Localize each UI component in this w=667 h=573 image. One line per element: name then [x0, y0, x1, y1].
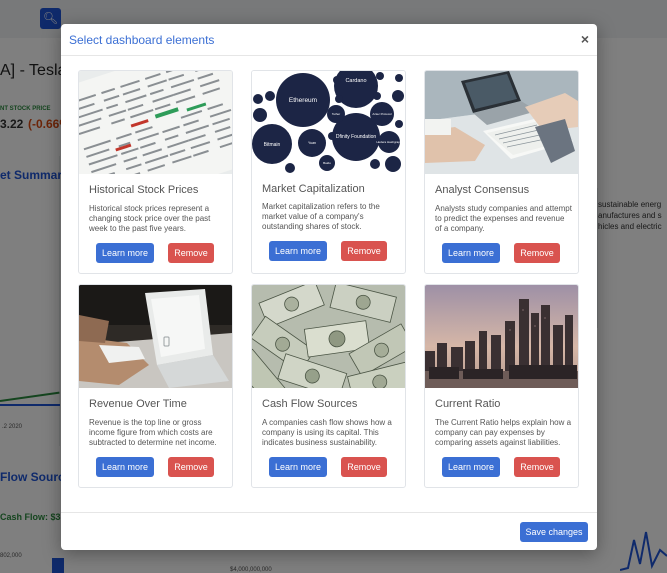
card-description: The Current Ratio helps explain how a co… [435, 418, 572, 447]
card-market-capitalization: Ethereum Cardano Bitmain Dfinity Foundat… [251, 70, 406, 274]
learn-more-button[interactable]: Learn more [442, 457, 500, 477]
card-cash-flow-sources: Cash Flow Sources A companies cash flow … [251, 284, 406, 488]
card-description: Historical stock prices represent a chan… [89, 204, 211, 233]
bubble-label: Dfinity Foundation [336, 134, 377, 140]
bubble-label: Bitmain [264, 142, 281, 148]
card-title: Cash Flow Sources [262, 398, 358, 410]
remove-button[interactable]: Remove [341, 241, 387, 261]
learn-more-button[interactable]: Learn more [269, 457, 327, 477]
card-current-ratio: Current Ratio The Current Ratio helps ex… [424, 284, 579, 488]
remove-button[interactable]: Remove [168, 457, 214, 477]
card-revenue-over-time: Revenue Over Time Revenue is the top lin… [78, 284, 233, 488]
bubble-label: Hedera Hashgraph [376, 140, 402, 144]
bubble-label: Tether [332, 112, 340, 116]
city-skyline-image [425, 285, 578, 388]
bubble-label: Ethereum [289, 97, 317, 104]
remove-button[interactable]: Remove [168, 243, 214, 263]
card-title: Current Ratio [435, 398, 501, 410]
dashboard-elements-modal: Select dashboard elements × Historical S… [61, 24, 597, 550]
learn-more-button[interactable]: Learn more [96, 243, 154, 263]
remove-button[interactable]: Remove [514, 243, 560, 263]
learn-more-button[interactable]: Learn more [269, 241, 327, 261]
analyst-desk-image [425, 71, 578, 174]
bubble-chart-image: Ethereum Cardano Bitmain Dfinity Foundat… [252, 71, 405, 174]
card-historical-stock-prices: Historical Stock Prices Historical stock… [78, 70, 233, 274]
bubble-label: Cardano [345, 78, 366, 84]
save-changes-button[interactable]: Save changes [520, 522, 588, 542]
card-title: Historical Stock Prices [89, 184, 199, 196]
bubble-label: Yuan [308, 141, 316, 145]
bubble-label: Baidu [323, 161, 331, 165]
dollar-bills-image [252, 285, 405, 388]
card-title: Analyst Consensus [435, 184, 530, 196]
learn-more-button[interactable]: Learn more [96, 457, 154, 477]
close-icon[interactable]: × [581, 31, 589, 47]
bubble-label: Aztec Protocol [372, 112, 392, 116]
card-analyst-consensus: Analyst Consensus Analysts study compani… [424, 70, 579, 274]
learn-more-button[interactable]: Learn more [442, 243, 500, 263]
card-title: Revenue Over Time [89, 398, 187, 410]
modal-title: Select dashboard elements [69, 33, 215, 47]
modal-header: Select dashboard elements × [61, 24, 597, 56]
card-description: A companies cash flow shows how a compan… [262, 418, 392, 447]
card-title: Market Capitalization [262, 183, 365, 195]
card-description: Analysts study companies and attempt to … [435, 204, 572, 233]
card-description: Market capitalization refers to the mark… [262, 202, 380, 231]
card-description: Revenue is the top line or gross income … [89, 418, 217, 447]
payment-terminal-image [79, 285, 232, 388]
modal-footer [61, 512, 597, 550]
stock-table-image [79, 71, 232, 174]
remove-button[interactable]: Remove [341, 457, 387, 477]
remove-button[interactable]: Remove [514, 457, 560, 477]
